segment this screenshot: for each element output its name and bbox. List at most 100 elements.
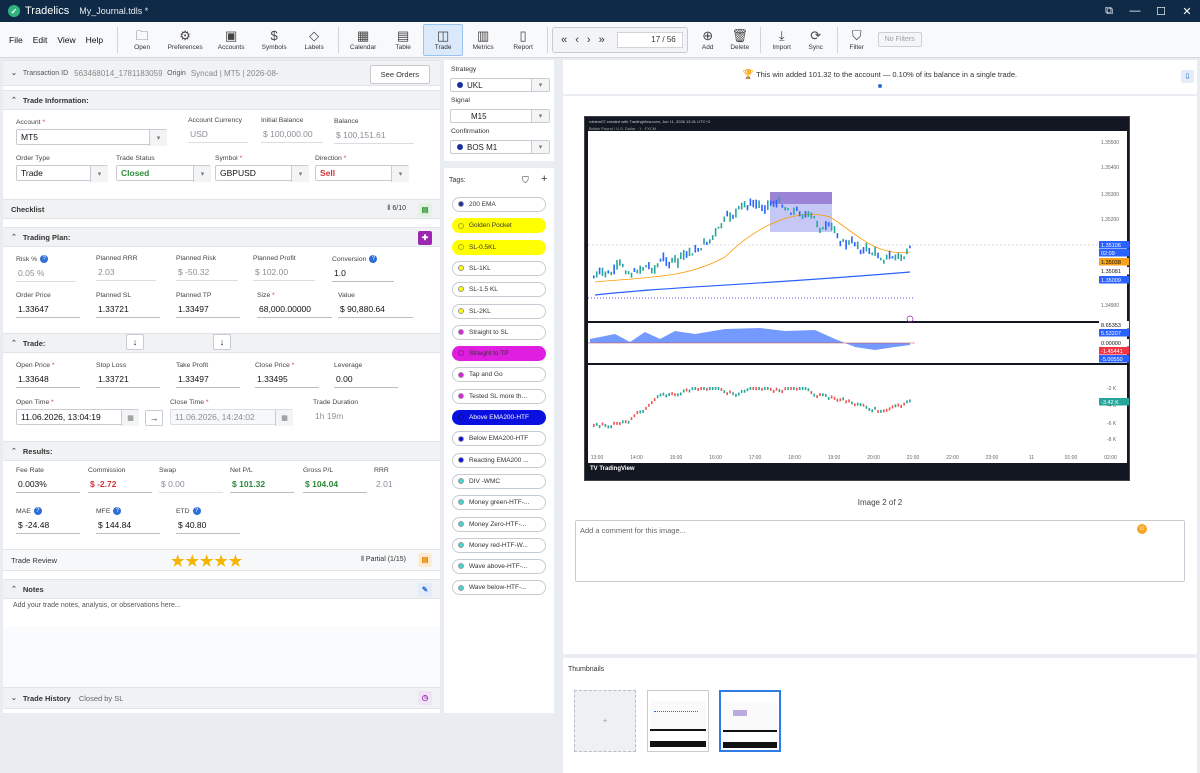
chevron-up-icon[interactable]: ⌃	[11, 585, 17, 593]
plan-calc-icon[interactable]: ✚	[418, 231, 432, 245]
status-field[interactable]: Trade Status Closed ▾	[116, 155, 211, 182]
table-button[interactable]: ▤ Table	[383, 24, 423, 56]
filter-button[interactable]: ⛉ Filter	[842, 24, 872, 56]
tag-19[interactable]: Wave below-HTF-...	[452, 580, 546, 596]
edit-notes-icon[interactable]: ✎	[418, 583, 432, 597]
delete-button[interactable]: 🗑 Delete	[724, 24, 756, 56]
no-filters-button[interactable]: No Filters	[877, 32, 922, 47]
chart-screenshot[interactable]: roblem07 created with TradingView.com, J…	[584, 116, 1131, 481]
tag-1[interactable]: 200 EMA	[452, 197, 546, 212]
plus-icon[interactable]: +	[541, 173, 547, 185]
checklist-header[interactable]: Checklist ⦀ 6/10 ▤	[3, 199, 440, 219]
calendar-button[interactable]: ▦ Calendar	[343, 24, 383, 56]
thumbnail-1[interactable]	[647, 690, 709, 752]
stop-loss-field[interactable]: Stop Loss 1.33721	[96, 362, 160, 388]
chevron-up-icon[interactable]: ⌃	[11, 96, 17, 104]
fee-rate-field[interactable]: Fee Rate 0.003%	[16, 467, 80, 493]
account-field[interactable]: Account * MT5 ▾	[16, 119, 167, 146]
size-field[interactable]: Size * 68,000.00000	[257, 292, 332, 318]
carousel-dot[interactable]	[878, 84, 882, 88]
copy-plan-down-icon[interactable]: ↓	[126, 334, 144, 350]
take-profit-field[interactable]: Take Profit 1.33497	[176, 362, 240, 388]
add-thumbnail-button[interactable]: +	[574, 690, 636, 752]
tag-8[interactable]: Straight to TP	[452, 346, 546, 362]
preferences-button[interactable]: ⚙ Preferences	[162, 24, 208, 56]
order-type-field[interactable]: Order Type Trade ▾	[16, 155, 108, 182]
direction-field[interactable]: Direction * Sell ▾	[315, 155, 409, 182]
leverage-field[interactable]: Leverage 0.00	[334, 362, 398, 388]
arrow-right-icon[interactable]: →	[145, 410, 163, 426]
open-button[interactable]: 🗀 Open	[122, 24, 162, 56]
tag-3[interactable]: SL-0.5KL	[452, 239, 546, 255]
tag-13[interactable]: Reacting EMA200 ...	[452, 452, 546, 468]
signal-select[interactable]: M15 ▾	[450, 109, 550, 123]
menu-edit[interactable]: Edit	[33, 35, 48, 45]
trade-button[interactable]: ◫ Trade	[423, 23, 464, 56]
commission-field[interactable]: Commission $ -2.72	[88, 467, 152, 493]
symbols-button[interactable]: $ Symbols	[254, 24, 294, 56]
planned-sl-field[interactable]: Planned SL 1.33721	[96, 292, 160, 318]
close-time-field[interactable]: Close Time * 11.06.2026, 14:24:02 ▦	[170, 399, 293, 426]
filter-icon[interactable]: ⛉	[522, 175, 529, 186]
tag-6[interactable]: SL-2KL	[452, 303, 546, 319]
share-icon[interactable]: ⇩	[1181, 70, 1194, 83]
prev-page-icon[interactable]: ‹	[575, 34, 579, 46]
report-button[interactable]: ▯ Report	[503, 24, 543, 56]
add-button[interactable]: ⊕ Add	[692, 24, 724, 56]
close-price-field[interactable]: Close Price * 1.33495	[255, 362, 319, 388]
history-icon[interactable]: ◷	[418, 691, 432, 705]
minimize-button[interactable]: —	[1122, 0, 1148, 22]
labels-button[interactable]: ◇ Labels	[294, 24, 334, 56]
tag-5[interactable]: SL-1.5 KL	[452, 282, 546, 298]
tag-18[interactable]: Wave above-HTF-...	[452, 559, 546, 575]
tag-10[interactable]: Tested SL more th...	[452, 388, 546, 404]
etd-field[interactable]: ETD? $ 40.80	[176, 507, 240, 534]
chevron-up-icon[interactable]: ⌃	[11, 447, 17, 455]
thumbnail-2-selected[interactable]	[719, 690, 781, 752]
swap-field[interactable]: Swap $ 0.00	[159, 467, 223, 493]
tag-17[interactable]: Money red-HTF-W...	[452, 537, 546, 553]
metrics-button[interactable]: ▥ Metrics	[463, 24, 503, 56]
close-button[interactable]: ✕	[1174, 0, 1200, 22]
mfe-field[interactable]: MFE? $ 144.84	[96, 507, 160, 534]
emoji-icon[interactable]: ☺	[1137, 524, 1147, 534]
chevron-down-icon[interactable]: ⌄	[11, 69, 17, 77]
chevron-up-icon[interactable]: ⌃	[11, 339, 17, 347]
open-price-field[interactable]: Open Price * 1.33648	[16, 362, 80, 388]
rating-stars[interactable]: ★★★★★	[171, 552, 243, 570]
risk-pct-field[interactable]: Risk %? 0.05 %	[16, 255, 76, 282]
tag-7[interactable]: Straight to SL	[452, 324, 546, 340]
confirmation-select[interactable]: BOS M1 ▾	[450, 140, 550, 154]
notes-textarea[interactable]: Add your trade notes, analysis, or obser…	[13, 602, 181, 609]
chevron-down-icon[interactable]: ⌄	[11, 694, 17, 702]
restore-icon[interactable]: ⧉	[1096, 0, 1122, 22]
menu-view[interactable]: View	[57, 35, 75, 45]
tag-14[interactable]: DIV -WMC	[452, 473, 546, 489]
checklist-icon[interactable]: ▤	[418, 203, 432, 217]
copy-plan-down-icon[interactable]: ↓	[213, 334, 231, 350]
planned-tp-field[interactable]: Planned TP 1.33497	[176, 292, 240, 318]
last-page-icon[interactable]: »	[599, 34, 605, 46]
conversion-field[interactable]: Conversion? 1.0	[332, 255, 394, 282]
sync-button[interactable]: ⟳ Sync	[799, 24, 833, 56]
page-input[interactable]: 17 / 56	[616, 31, 683, 48]
first-page-icon[interactable]: «	[561, 34, 567, 46]
chevron-up-icon[interactable]: ⌃	[11, 233, 17, 241]
tag-15[interactable]: Money green-HTF-...	[452, 495, 546, 511]
tag-9[interactable]: Tap and Go	[452, 367, 546, 383]
menu-file[interactable]: File	[9, 35, 23, 45]
open-time-field[interactable]: Open Time * 11.06.2026, 13:04:19 ▦	[16, 399, 139, 426]
symbol-field[interactable]: Symbol * GBPUSD ▾	[215, 155, 309, 182]
strategy-select[interactable]: UKL ▾	[450, 78, 550, 92]
menu-help[interactable]: Help	[86, 35, 103, 45]
tag-4[interactable]: SL-1KL	[452, 260, 546, 276]
accounts-button[interactable]: ▣ Accounts	[208, 24, 254, 56]
tag-12[interactable]: Below EMA200-HTF	[452, 431, 546, 447]
image-comment-textarea[interactable]: Add a comment for this image...	[575, 520, 1185, 582]
order-price-field[interactable]: Order Price 1.33647	[16, 292, 80, 318]
import-button[interactable]: ⤓ Import	[765, 24, 799, 56]
tag-16[interactable]: Money Zero-HTF-...	[452, 516, 546, 532]
maximize-button[interactable]: ☐	[1148, 0, 1174, 22]
see-orders-button[interactable]: See Orders	[369, 65, 430, 84]
tag-2[interactable]: Golden Pocket	[452, 218, 546, 234]
